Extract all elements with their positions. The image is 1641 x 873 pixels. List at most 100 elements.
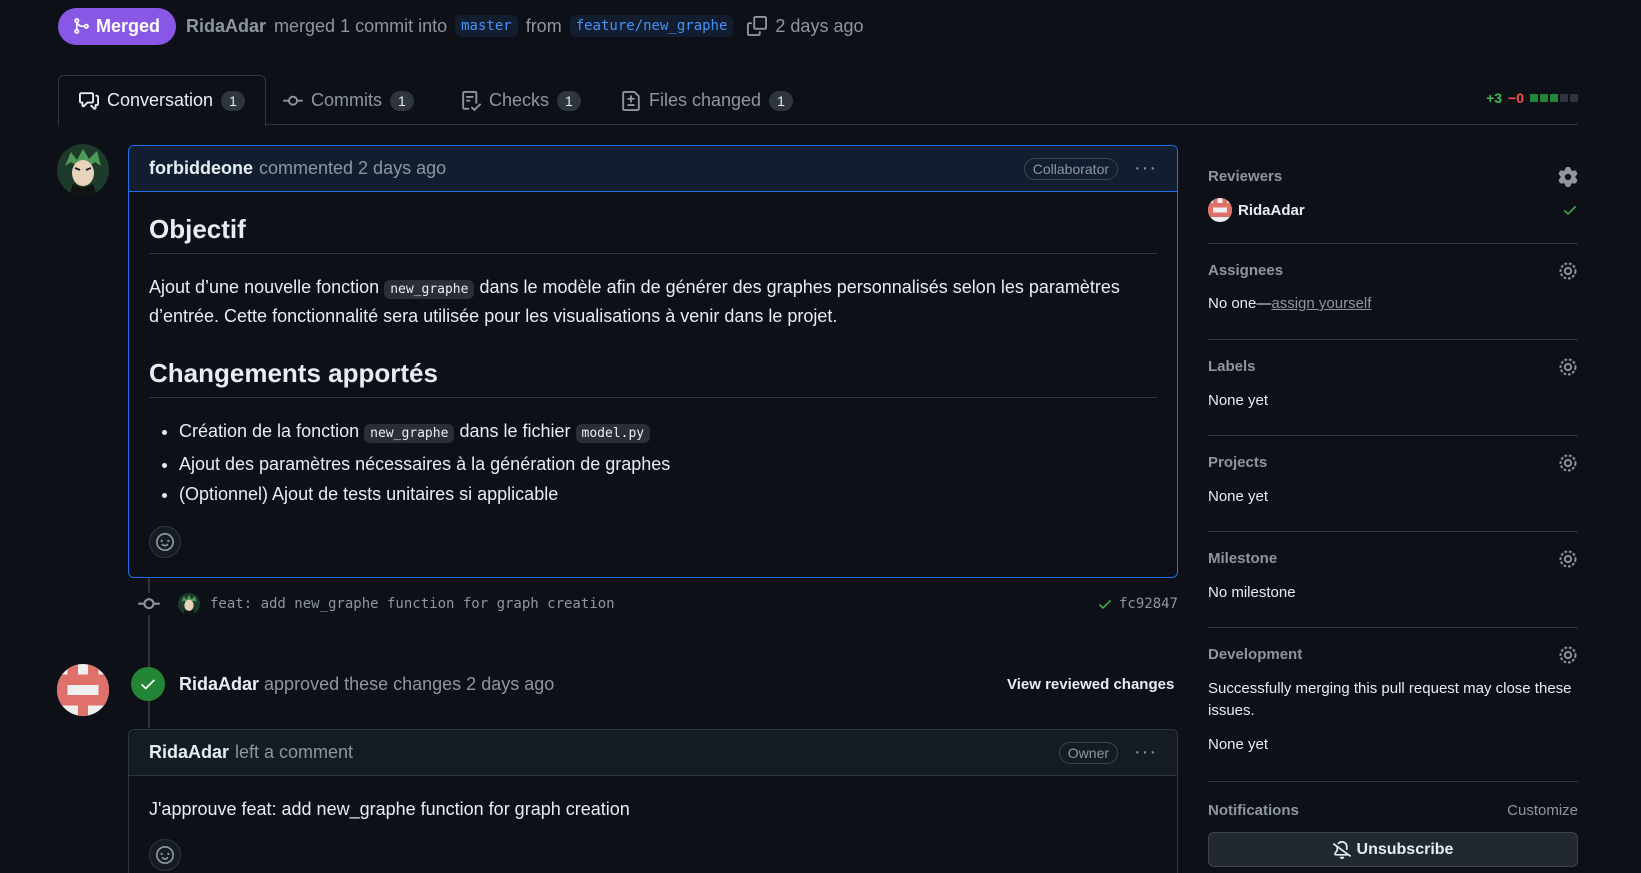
tab-commits-count: 1 xyxy=(390,90,414,111)
sidebar-title[interactable]: Reviewers xyxy=(1208,168,1282,185)
more-options-icon[interactable]: ··· xyxy=(1134,741,1157,764)
anime-avatar-icon xyxy=(178,593,200,615)
tab-commits[interactable]: Commits 1 xyxy=(263,75,434,126)
sidebar-labels: Labels None yet xyxy=(1208,340,1578,436)
merge-text: merged 1 commit into xyxy=(274,15,448,36)
approval-action[interactable]: approved these changes 2 days ago xyxy=(264,674,554,694)
sidebar-title[interactable]: Assignees xyxy=(1208,262,1283,279)
comment-author[interactable]: forbiddeone xyxy=(149,158,253,179)
from-text: from xyxy=(525,15,562,36)
git-commit-icon xyxy=(283,95,303,106)
inline-code: new_graphe xyxy=(364,424,455,443)
assign-yourself-link[interactable]: assign yourself xyxy=(1271,295,1371,312)
reviewer-author[interactable]: RidaAdar xyxy=(179,674,259,694)
sidebar-title[interactable]: Projects xyxy=(1208,454,1267,471)
heading-objectif: Objectif xyxy=(149,214,1157,254)
sidebar-title[interactable]: Labels xyxy=(1208,358,1256,375)
customize-link[interactable]: Customize xyxy=(1507,802,1578,819)
more-options-icon[interactable]: ··· xyxy=(1134,157,1157,180)
merge-time: 2 days ago xyxy=(775,15,864,36)
sidebar-milestone: Milestone No milestone xyxy=(1208,532,1578,628)
unsubscribe-button[interactable]: Unsubscribe xyxy=(1208,832,1578,867)
list-item: Création de la fonction new_graphe dans … xyxy=(179,416,1157,449)
sidebar-development: Development Successfully merging this pu… xyxy=(1208,628,1578,782)
sidebar-assignees: Assignees No one—assign yourself xyxy=(1208,244,1578,340)
head-branch[interactable]: feature/new_graphe xyxy=(569,15,734,37)
gear-icon[interactable] xyxy=(1558,453,1578,473)
gear-icon[interactable] xyxy=(1558,167,1578,187)
heading-changements: Changements apportés xyxy=(149,358,1157,398)
add-reaction-button[interactable] xyxy=(149,526,181,558)
approval-text: RidaAdar approved these changes 2 days a… xyxy=(179,674,554,695)
list-item: Ajout des paramètres nécessaires à la gé… xyxy=(179,449,1157,479)
role-badge: Owner xyxy=(1058,741,1119,764)
gear-icon[interactable] xyxy=(1558,549,1578,569)
comment-body: Objectif Ajout d’une nouvelle fonction n… xyxy=(129,214,1177,558)
copy-icon[interactable] xyxy=(747,16,768,36)
projects-value: None yet xyxy=(1208,488,1269,505)
development-value: None yet xyxy=(1208,736,1269,753)
diffstat-block xyxy=(1540,94,1548,102)
diffstat-block xyxy=(1550,94,1558,102)
development-desc: Successfully merging this pull request m… xyxy=(1208,680,1572,719)
diffstat-deletions: −0 xyxy=(1508,90,1524,106)
diffstat-block xyxy=(1530,94,1538,102)
tab-conversation-count: 1 xyxy=(221,90,245,111)
comment-forbiddeone: forbiddeone commented 2 days ago Collabo… xyxy=(128,145,1178,578)
assignees-none: No one— xyxy=(1208,295,1272,312)
tab-checks-count: 1 xyxy=(557,90,581,111)
gear-icon[interactable] xyxy=(1558,261,1578,281)
smiley-icon xyxy=(156,846,174,864)
commit-sha-group: fc92847 xyxy=(1097,596,1178,612)
tab-commits-label: Commits xyxy=(311,90,382,110)
role-badge: Collaborator xyxy=(1023,157,1119,180)
labels-value: None yet xyxy=(1208,392,1269,409)
merged-state-label: Merged xyxy=(96,15,161,36)
comment-meta[interactable]: commented 2 days ago xyxy=(259,158,446,179)
anime-avatar-icon xyxy=(57,144,109,196)
commit-sha[interactable]: fc92847 xyxy=(1119,596,1178,612)
pr-tabs: Conversation 1 Commits 1 Checks 1 Files … xyxy=(58,75,1578,126)
changes-list: Création de la fonction new_graphe dans … xyxy=(149,416,1157,509)
checklist-icon xyxy=(462,90,481,111)
commit-author-avatar[interactable] xyxy=(178,593,200,615)
reviewer-name[interactable]: RidaAdar xyxy=(1238,202,1305,219)
bell-slash-icon xyxy=(1332,840,1351,859)
tab-files-changed-label: Files changed xyxy=(649,90,762,110)
list-item-text: dans le fichier xyxy=(459,421,571,441)
sidebar-title[interactable]: Development xyxy=(1208,646,1302,663)
view-reviewed-changes-button[interactable]: View reviewed changes xyxy=(1007,676,1174,693)
identicon-icon[interactable] xyxy=(1208,198,1232,222)
comment-author[interactable]: RidaAdar xyxy=(149,742,229,763)
sidebar-projects: Projects None yet xyxy=(1208,436,1578,532)
sidebar-notifications: Notifications Customize Unsubscribe xyxy=(1208,782,1578,873)
gear-icon[interactable] xyxy=(1558,645,1578,665)
tab-files-changed[interactable]: Files changed 1 xyxy=(601,75,813,126)
sidebar-title[interactable]: Milestone xyxy=(1208,550,1277,567)
diffstat-block xyxy=(1560,94,1568,102)
tab-files-changed-count: 1 xyxy=(769,90,793,111)
gear-icon[interactable] xyxy=(1558,357,1578,377)
check-icon[interactable] xyxy=(1097,596,1113,612)
tab-conversation[interactable]: Conversation 1 xyxy=(58,75,266,126)
merge-author-link[interactable]: RidaAdar xyxy=(186,16,266,37)
timeline-commit: feat: add new_graphe function for graph … xyxy=(138,590,1178,618)
commit-message[interactable]: feat: add new_graphe function for graph … xyxy=(210,596,615,612)
comment-text: J'approuve feat: add new_graphe function… xyxy=(149,799,630,819)
comment-paragraph: Ajout d’une nouvelle fonction new_graphe… xyxy=(149,274,1157,330)
avatar-forbiddeone[interactable] xyxy=(57,144,109,196)
base-branch[interactable]: master xyxy=(455,15,518,37)
check-icon xyxy=(1564,206,1576,215)
reviewer-row: RidaAdar xyxy=(1208,198,1578,222)
tab-checks[interactable]: Checks 1 xyxy=(441,75,601,126)
tab-checks-label: Checks xyxy=(489,90,550,110)
pr-header: Merged RidaAdar merged 1 commit into mas… xyxy=(58,7,863,45)
tab-conversation-label: Conversation xyxy=(107,90,214,110)
identicon-icon xyxy=(57,664,109,716)
pr-sidebar: Reviewers RidaAdar Assignees No one—assi… xyxy=(1208,150,1578,873)
git-merge-icon xyxy=(74,18,89,34)
git-commit-icon xyxy=(138,593,160,615)
smiley-icon xyxy=(156,533,174,551)
add-reaction-button[interactable] xyxy=(149,839,181,871)
avatar-ridaadar[interactable] xyxy=(57,664,109,716)
